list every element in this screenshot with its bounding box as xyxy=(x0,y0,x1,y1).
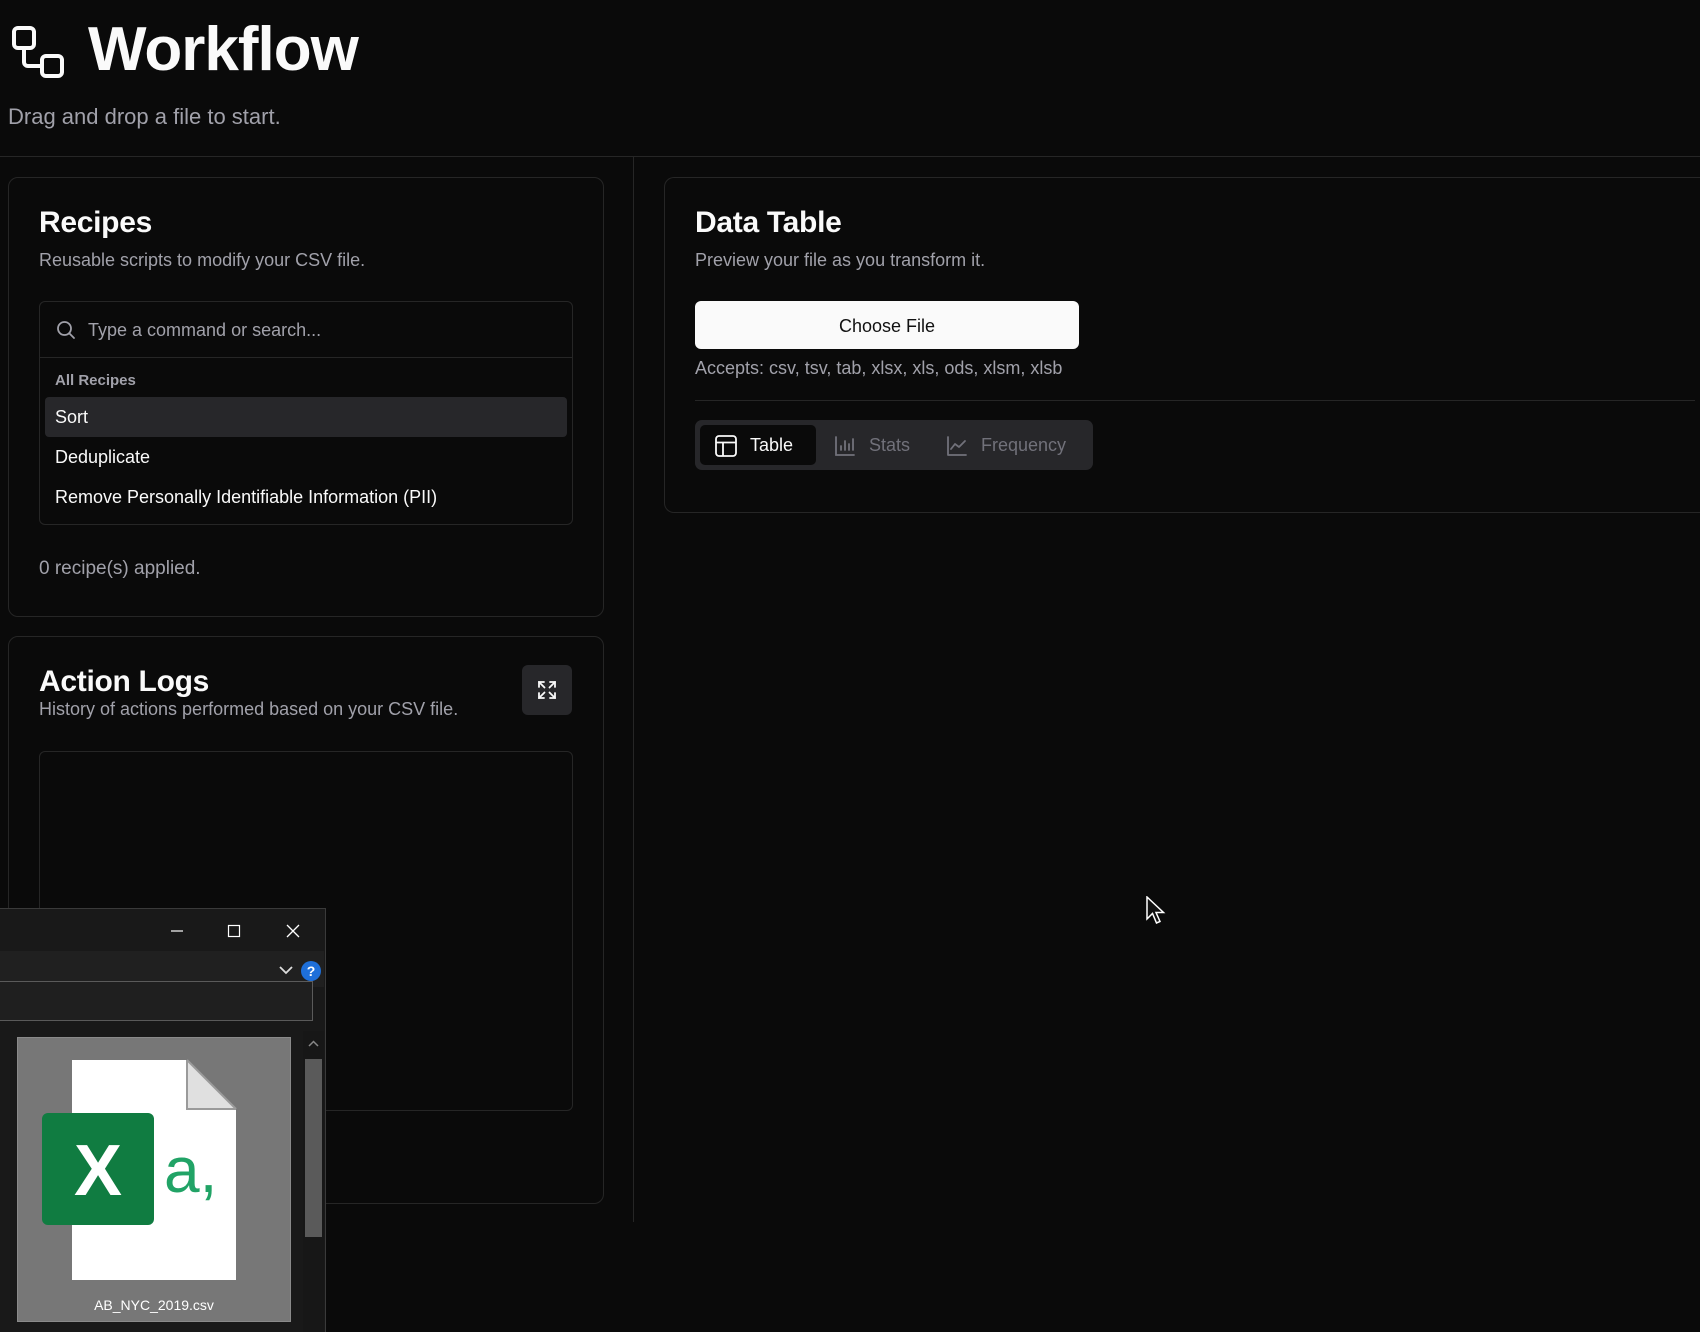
recipe-command-palette: All Recipes Sort Deduplicate Remove Pers… xyxy=(39,301,573,525)
maximize-icon xyxy=(227,924,241,938)
action-logs-title: Action Logs xyxy=(39,665,210,698)
close-icon xyxy=(286,924,300,938)
minimize-button[interactable] xyxy=(162,919,192,943)
view-tabs: Table Stats Frequency xyxy=(695,420,1093,470)
recipe-group-label: All Recipes xyxy=(55,372,136,389)
workflow-logo-icon xyxy=(12,26,64,78)
tab-frequency[interactable]: Frequency xyxy=(931,425,1087,465)
explorer-scrollbar[interactable] xyxy=(303,1031,324,1332)
accepted-formats-text: Accepts: csv, tsv, tab, xlsx, xls, ods, … xyxy=(695,358,1063,378)
scroll-up-icon[interactable] xyxy=(303,1037,324,1051)
recipe-search-input[interactable] xyxy=(86,314,560,346)
tab-table-label: Table xyxy=(750,435,794,455)
tab-stats[interactable]: Stats xyxy=(819,425,929,465)
recipes-description: Reusable scripts to modify your CSV file… xyxy=(39,250,366,270)
mouse-cursor-icon xyxy=(1146,896,1166,924)
table-icon xyxy=(715,435,737,457)
excel-csv-file-icon: X a, xyxy=(42,1059,237,1280)
recipe-item-deduplicate[interactable]: Deduplicate xyxy=(45,437,567,477)
bar-chart-icon xyxy=(835,436,855,456)
address-bar[interactable] xyxy=(0,981,313,1021)
help-icon[interactable]: ? xyxy=(301,961,321,981)
choose-file-button[interactable]: Choose File xyxy=(695,301,1079,349)
page-title: Workflow xyxy=(88,15,359,84)
recipes-applied-status: 0 recipe(s) applied. xyxy=(39,558,201,579)
page-subtitle: Drag and drop a file to start. xyxy=(8,104,281,129)
app-header: Workflow Drag and drop a file to start. xyxy=(0,0,1700,157)
recipe-item-sort[interactable]: Sort xyxy=(45,397,567,437)
file-name: AB_NYC_2019.csv xyxy=(94,1297,214,1313)
data-table-description: Preview your file as you transform it. xyxy=(695,250,986,270)
tab-stats-label: Stats xyxy=(869,435,911,455)
action-logs-description: History of actions performed based on yo… xyxy=(39,699,459,719)
search-icon xyxy=(57,321,75,339)
data-table-card: Data Table Preview your file as you tran… xyxy=(664,177,1700,513)
line-chart-icon xyxy=(947,436,967,456)
maximize-button[interactable] xyxy=(219,919,249,943)
scrollbar-thumb[interactable] xyxy=(305,1059,322,1237)
column-divider xyxy=(633,157,634,1222)
csv-badge-suffix: a, xyxy=(164,1134,217,1206)
file-explorer-window: ? X a, AB_NYC_2019.csv xyxy=(0,908,326,1332)
tab-table[interactable]: Table xyxy=(700,425,816,465)
tab-frequency-label: Frequency xyxy=(981,435,1067,455)
minimize-icon xyxy=(171,930,183,932)
expand-logs-button[interactable] xyxy=(522,665,572,715)
recipes-card: Recipes Reusable scripts to modify your … xyxy=(8,177,604,617)
recipes-title: Recipes xyxy=(39,206,152,239)
close-window-button[interactable] xyxy=(278,919,308,943)
expand-icon xyxy=(538,681,556,699)
data-table-title: Data Table xyxy=(695,206,842,239)
chevron-down-icon[interactable] xyxy=(278,964,294,976)
file-item[interactable]: X a, AB_NYC_2019.csv xyxy=(17,1037,291,1322)
recipe-item-remove-pii[interactable]: Remove Personally Identifiable Informati… xyxy=(45,477,567,517)
excel-badge-letter: X xyxy=(74,1131,122,1211)
section-divider xyxy=(695,400,1695,401)
recipe-search-bar xyxy=(40,302,572,358)
